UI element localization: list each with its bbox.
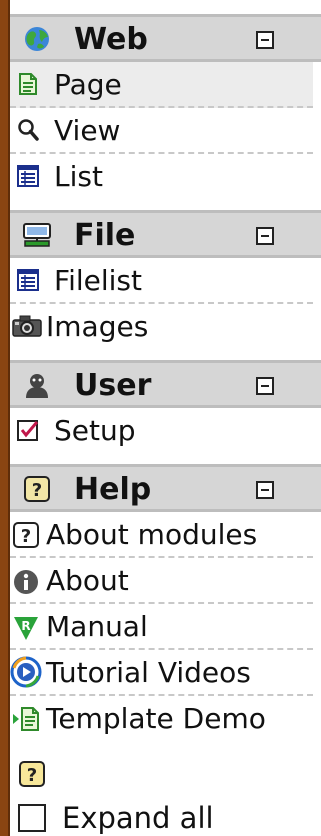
section-header-help[interactable]: ? Help: [10, 464, 321, 512]
menu-item-manual[interactable]: R Manual: [10, 604, 313, 650]
manual-icon: R: [12, 614, 40, 640]
menu-item-label: About: [46, 564, 129, 597]
menu-item-label: Filelist: [54, 264, 142, 297]
menu-item-list[interactable]: List: [10, 154, 313, 200]
svg-text:?: ?: [32, 480, 42, 501]
expand-all-label: Expand all: [62, 801, 214, 835]
section-header-user[interactable]: User: [10, 360, 321, 408]
list-icon: [16, 268, 40, 292]
svg-text:?: ?: [21, 526, 31, 547]
menu-item-label: Template Demo: [46, 702, 266, 735]
menu-item-tutorial-videos[interactable]: Tutorial Videos: [10, 650, 313, 696]
menu-item-images[interactable]: Images: [10, 304, 313, 350]
menu-item-label: Setup: [54, 414, 136, 447]
section-title-file: File: [74, 218, 136, 253]
page-icon: [16, 72, 40, 96]
menu-item-page[interactable]: Page: [10, 62, 313, 108]
module-menu-frame: Web Page View List File Filelist Images …: [0, 0, 321, 836]
help-icon[interactable]: ?: [18, 760, 48, 790]
menu-item-label: Images: [46, 310, 149, 343]
module-menu: Web Page View List File Filelist Images …: [10, 14, 321, 742]
magnifier-icon: [16, 118, 40, 142]
menu-item-label: Tutorial Videos: [46, 656, 251, 689]
collapse-toggle-user[interactable]: [256, 377, 274, 395]
left-border-bar: [0, 0, 10, 836]
section-header-web[interactable]: Web: [10, 14, 321, 62]
svg-text:R: R: [21, 619, 30, 633]
menu-item-about[interactable]: About: [10, 558, 313, 604]
list-icon: [16, 164, 40, 188]
menu-item-label: View: [54, 114, 121, 147]
help-icon: ?: [12, 522, 40, 548]
filesystem-icon: [22, 221, 52, 249]
info-icon: [12, 568, 40, 594]
section-title-web: Web: [74, 22, 148, 57]
menu-item-filelist[interactable]: Filelist: [10, 258, 313, 304]
menu-item-view[interactable]: View: [10, 108, 313, 154]
collapse-toggle-web[interactable]: [256, 31, 274, 49]
menu-item-label: List: [54, 160, 103, 193]
collapse-toggle-file[interactable]: [256, 227, 274, 245]
top-spacer: [10, 0, 321, 14]
collapse-toggle-help[interactable]: [256, 481, 274, 499]
expand-all-checkbox[interactable]: [18, 804, 46, 832]
camera-icon: [12, 314, 42, 338]
menu-item-setup[interactable]: Setup: [10, 408, 313, 454]
section-title-user: User: [74, 368, 152, 403]
globe-icon: [22, 25, 52, 53]
user-icon: [22, 371, 52, 399]
checkbox-checked-icon: [16, 418, 40, 442]
help-icon: ?: [22, 475, 52, 503]
menu-item-template-demo[interactable]: Template Demo: [10, 696, 313, 742]
menu-item-about-modules[interactable]: ? About modules: [10, 512, 313, 558]
section-header-file[interactable]: File: [10, 210, 321, 258]
menu-item-label: Manual: [46, 610, 148, 643]
menu-item-label: About modules: [46, 518, 258, 551]
template-demo-icon: [12, 706, 42, 731]
svg-text:?: ?: [27, 765, 37, 786]
section-title-help: Help: [74, 472, 152, 507]
video-play-icon: [10, 656, 42, 688]
menu-item-label: Page: [54, 68, 122, 101]
